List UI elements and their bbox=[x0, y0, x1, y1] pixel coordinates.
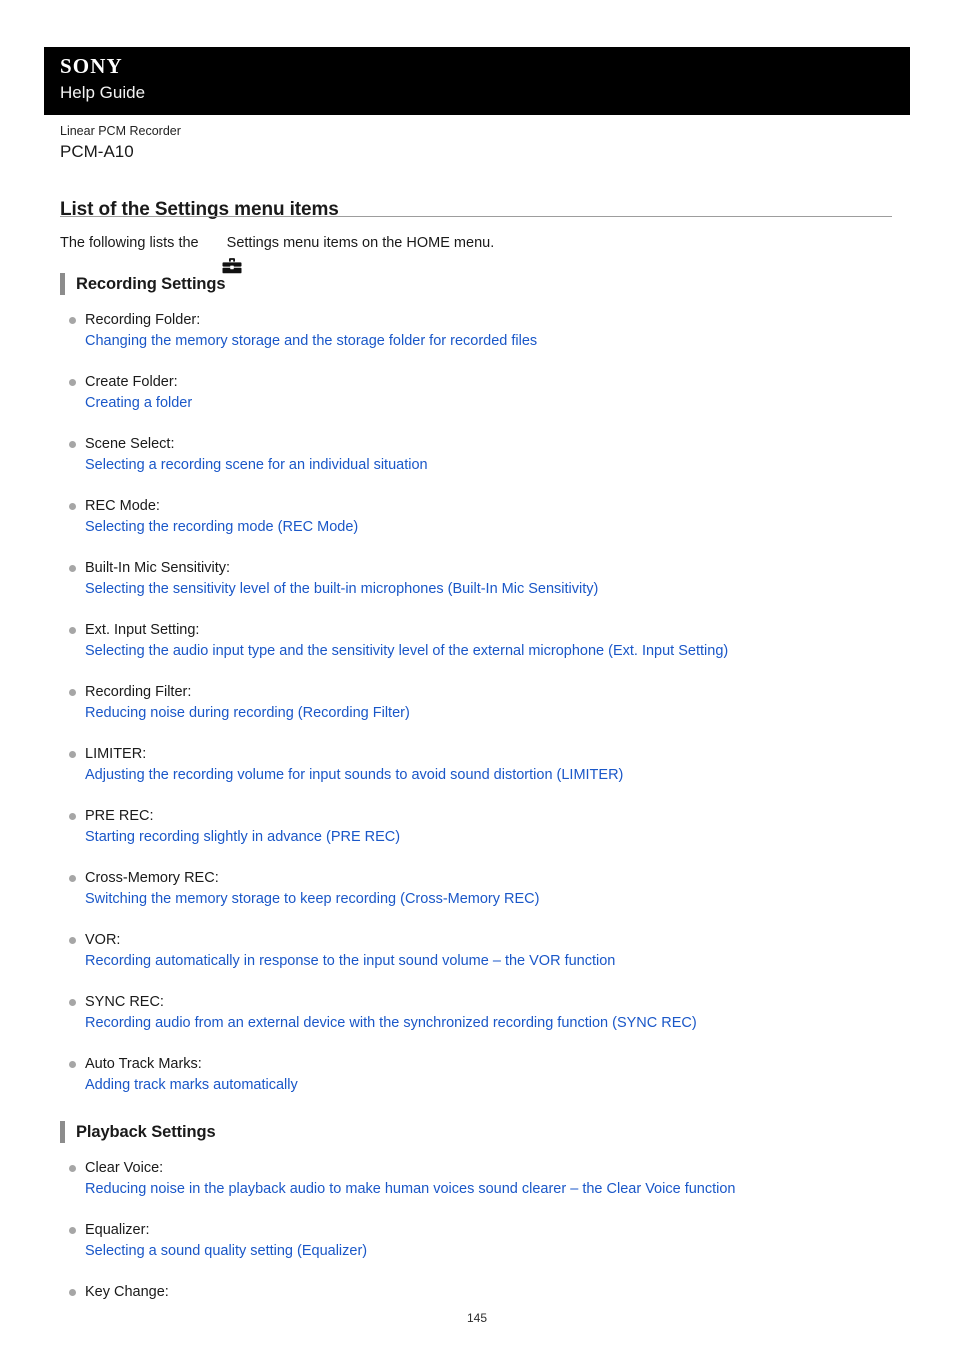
item-label: Create Folder: bbox=[85, 374, 178, 390]
list-item: SYNC REC: Recording audio from an extern… bbox=[60, 992, 900, 1033]
page-title: List of the Settings menu items bbox=[60, 198, 339, 220]
bullet-icon bbox=[69, 999, 76, 1006]
toolbox-icon bbox=[206, 237, 242, 273]
section-accent-bar bbox=[60, 1121, 65, 1143]
list-item: Key Change: bbox=[60, 1282, 900, 1302]
bullet-icon bbox=[69, 1165, 76, 1172]
bullet-icon bbox=[69, 813, 76, 820]
list-item: Recording Filter: Reducing noise during … bbox=[60, 682, 900, 723]
section-heading-playback: Playback Settings bbox=[60, 1120, 900, 1144]
list-item: Equalizer: Selecting a sound quality set… bbox=[60, 1220, 900, 1261]
section-playback-settings: Playback Settings Clear Voice: Reducing … bbox=[60, 1120, 900, 1302]
section-recording-settings: Recording Settings Recording Folder: Cha… bbox=[60, 272, 900, 1095]
item-link[interactable]: Selecting a recording scene for an indiv… bbox=[85, 455, 900, 475]
intro-paragraph: The following lists the Settings menu it… bbox=[60, 233, 495, 273]
bullet-icon bbox=[69, 379, 76, 386]
list-item: VOR: Recording automatically in response… bbox=[60, 930, 900, 971]
list-item: Auto Track Marks: Adding track marks aut… bbox=[60, 1054, 900, 1095]
list-item: Recording Folder: Changing the memory st… bbox=[60, 310, 900, 351]
bullet-icon bbox=[69, 1289, 76, 1296]
playback-settings-list: Clear Voice: Reducing noise in the playb… bbox=[60, 1158, 900, 1302]
item-link[interactable]: Selecting the audio input type and the s… bbox=[85, 641, 900, 661]
section-accent-bar bbox=[60, 273, 65, 295]
bullet-icon bbox=[69, 751, 76, 758]
list-item: REC Mode: Selecting the recording mode (… bbox=[60, 496, 900, 537]
list-item: Built-In Mic Sensitivity: Selecting the … bbox=[60, 558, 900, 599]
intro-text-before: The following lists the bbox=[60, 235, 203, 251]
bullet-icon bbox=[69, 1227, 76, 1234]
item-link[interactable]: Adding track marks automatically bbox=[85, 1075, 900, 1095]
item-label: Built-In Mic Sensitivity: bbox=[85, 560, 231, 576]
section-title-playback: Playback Settings bbox=[76, 1122, 216, 1141]
item-link[interactable]: Recording audio from an external device … bbox=[85, 1013, 900, 1033]
item-label: Recording Filter: bbox=[85, 684, 192, 700]
item-label: VOR: bbox=[85, 932, 121, 948]
site-header: SONY Help Guide bbox=[44, 47, 910, 115]
item-label: PRE REC: bbox=[85, 808, 154, 824]
item-link[interactable]: Selecting a sound quality setting (Equal… bbox=[85, 1241, 900, 1261]
item-label: Equalizer: bbox=[85, 1222, 150, 1238]
list-item: Ext. Input Setting: Selecting the audio … bbox=[60, 620, 900, 661]
list-item: Scene Select: Selecting a recording scen… bbox=[60, 434, 900, 475]
item-link[interactable]: Switching the memory storage to keep rec… bbox=[85, 889, 900, 909]
settings-menu-content: Recording Settings Recording Folder: Cha… bbox=[60, 272, 900, 1302]
item-label: SYNC REC: bbox=[85, 994, 164, 1010]
bullet-icon bbox=[69, 317, 76, 324]
item-label: Key Change: bbox=[85, 1284, 169, 1300]
item-label: Scene Select: bbox=[85, 436, 175, 452]
bullet-icon bbox=[69, 441, 76, 448]
item-link[interactable]: Reducing noise in the playback audio to … bbox=[85, 1179, 900, 1199]
product-info: Linear PCM Recorder PCM-A10 bbox=[60, 123, 860, 163]
item-link[interactable]: Changing the memory storage and the stor… bbox=[85, 331, 900, 351]
item-label: Cross-Memory REC: bbox=[85, 870, 219, 886]
help-guide-label: Help Guide bbox=[60, 83, 146, 102]
item-label: Auto Track Marks: bbox=[85, 1056, 202, 1072]
item-link[interactable]: Creating a folder bbox=[85, 393, 900, 413]
product-model: PCM-A10 bbox=[60, 142, 134, 161]
item-label: LIMITER: bbox=[85, 746, 147, 762]
list-item: Cross-Memory REC: Switching the memory s… bbox=[60, 868, 900, 909]
item-link[interactable]: Reducing noise during recording (Recordi… bbox=[85, 703, 900, 723]
item-label: REC Mode: bbox=[85, 498, 160, 514]
item-link[interactable]: Selecting the sensitivity level of the b… bbox=[85, 579, 900, 599]
item-label: Clear Voice: bbox=[85, 1160, 164, 1176]
page-number: 145 bbox=[466, 1311, 488, 1325]
title-divider bbox=[60, 216, 892, 217]
item-label: Recording Folder: bbox=[85, 312, 201, 328]
item-link[interactable]: Recording automatically in response to t… bbox=[85, 951, 900, 971]
sony-logo: SONY bbox=[60, 54, 123, 78]
item-link[interactable]: Adjusting the recording volume for input… bbox=[85, 765, 900, 785]
section-title-recording: Recording Settings bbox=[76, 274, 226, 293]
list-item: PRE REC: Starting recording slightly in … bbox=[60, 806, 900, 847]
recording-settings-list: Recording Folder: Changing the memory st… bbox=[60, 310, 900, 1095]
bullet-icon bbox=[69, 1061, 76, 1068]
intro-text-after: Settings menu items on the HOME menu. bbox=[226, 235, 495, 251]
product-category: Linear PCM Recorder bbox=[60, 124, 181, 138]
bullet-icon bbox=[69, 875, 76, 882]
section-heading-recording: Recording Settings bbox=[60, 272, 900, 296]
list-item: Clear Voice: Reducing noise in the playb… bbox=[60, 1158, 900, 1199]
item-label: Ext. Input Setting: bbox=[85, 622, 200, 638]
bullet-icon bbox=[69, 627, 76, 634]
item-link[interactable]: Starting recording slightly in advance (… bbox=[85, 827, 900, 847]
bullet-icon bbox=[69, 937, 76, 944]
list-item: LIMITER: Adjusting the recording volume … bbox=[60, 744, 900, 785]
bullet-icon bbox=[69, 565, 76, 572]
bullet-icon bbox=[69, 689, 76, 696]
item-link[interactable]: Selecting the recording mode (REC Mode) bbox=[85, 517, 900, 537]
bullet-icon bbox=[69, 503, 76, 510]
list-item: Create Folder: Creating a folder bbox=[60, 372, 900, 413]
